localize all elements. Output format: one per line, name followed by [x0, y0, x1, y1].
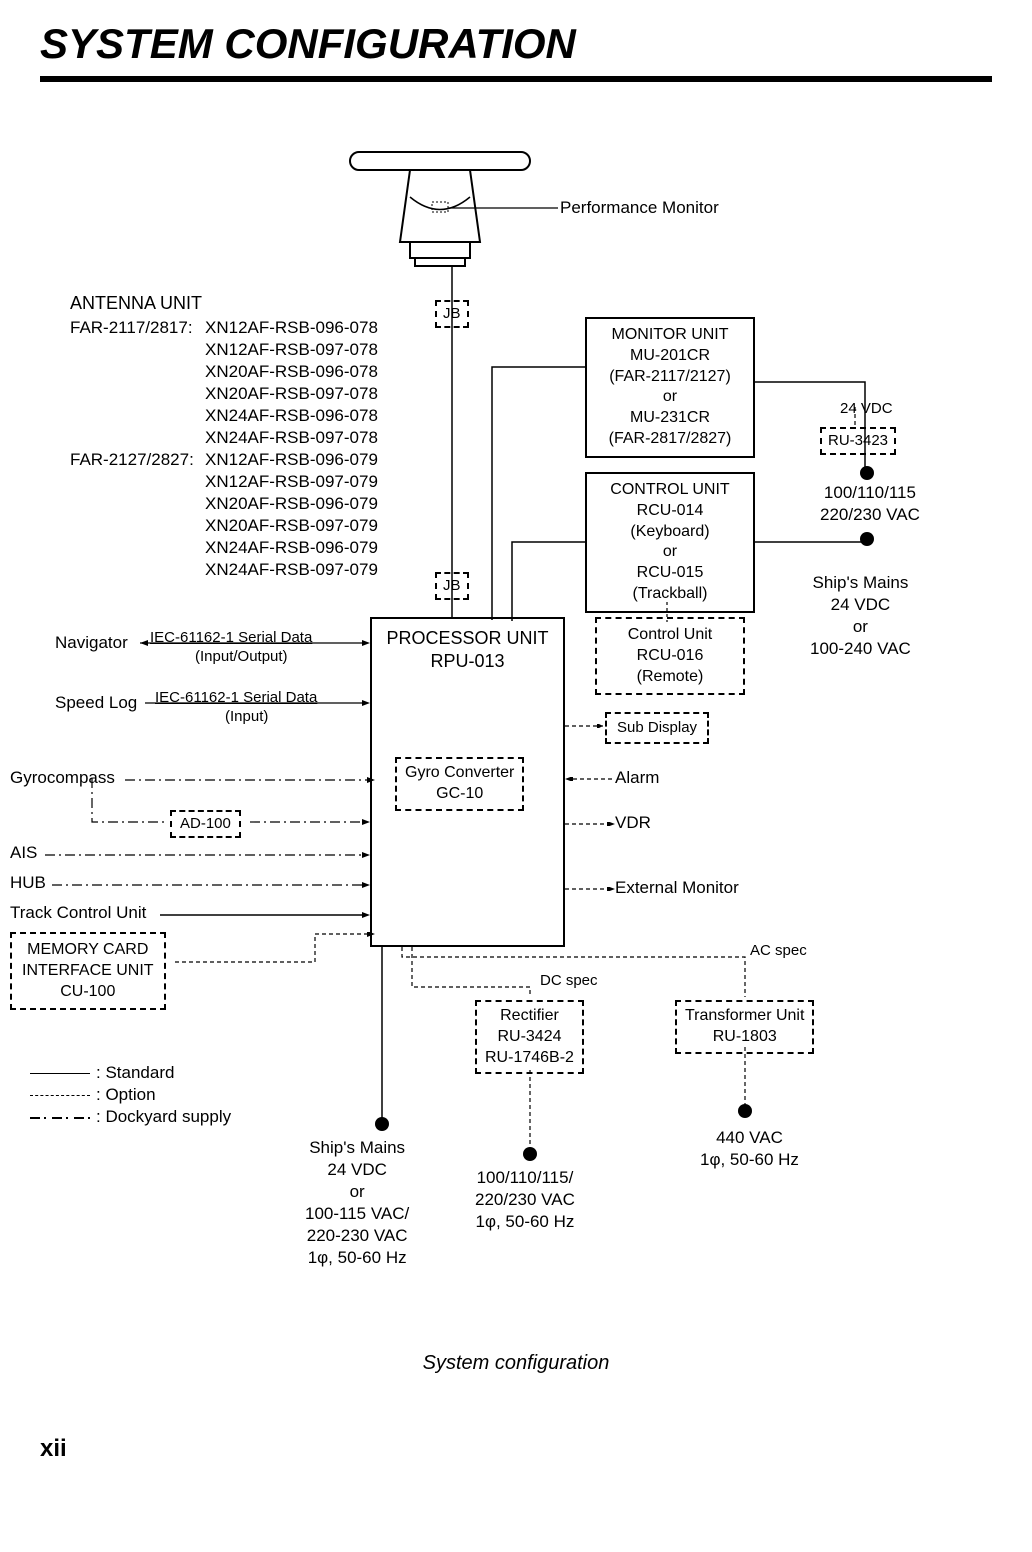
page-number: xii [40, 1435, 992, 1463]
rectifier-dot [523, 1147, 537, 1161]
navigator-line [140, 640, 375, 646]
proc-power-line [380, 947, 384, 1122]
perf-monitor-line [448, 206, 558, 210]
track-line [160, 912, 375, 918]
antenna-g1-list: XN12AF-RSB-096-078 XN12AF-RSB-097-078 XN… [205, 317, 378, 450]
speedlog-io: (Input) [225, 708, 268, 725]
antenna-g2-list: XN12AF-RSB-096-079 XN12AF-RSB-097-079 XN… [205, 449, 378, 582]
speedlog-line [145, 700, 375, 706]
hub-line [52, 882, 375, 888]
figure-caption: System configuration [40, 1352, 992, 1375]
sub-display-box: Sub Display [605, 712, 709, 744]
monitor-unit-box: MONITOR UNIT MU-201CR (FAR-2117/2127) or… [585, 317, 755, 458]
sub-display-line [565, 724, 610, 728]
alarm-label: Alarm [615, 767, 659, 789]
spec-branches [400, 947, 770, 1007]
perf-monitor-label: Performance Monitor [560, 197, 719, 219]
transformer-box: Transformer Unit RU-1803 [675, 1000, 814, 1054]
system-diagram: Performance Monitor ANTENNA UNIT FAR-211… [40, 142, 1000, 1342]
ais-label: AIS [10, 842, 37, 864]
memory-card-box: MEMORY CARD INTERFACE UNIT CU-100 [10, 932, 166, 1010]
page-title: SYSTEM CONFIGURATION [40, 20, 992, 68]
ext-monitor-line [565, 887, 615, 891]
rectifier-box: Rectifier RU-3424 RU-1746B-2 [475, 1000, 584, 1074]
antenna-g2-label: FAR-2127/2827: [70, 449, 194, 471]
antenna-heading: ANTENNA UNIT [70, 292, 202, 315]
antenna-icon [340, 142, 540, 282]
transformer-line [743, 1047, 747, 1107]
vdr-label: VDR [615, 812, 651, 834]
ais-line [45, 852, 375, 858]
track-label: Track Control Unit [10, 902, 146, 924]
control-remote-link [665, 602, 669, 622]
transformer-dot [738, 1104, 752, 1118]
ad100-line [90, 778, 380, 828]
hub-label: HUB [10, 872, 46, 894]
antenna-to-proc-line [450, 266, 454, 617]
alarm-line [565, 777, 615, 781]
gyro-converter-box: Gyro Converter GC-10 [395, 757, 524, 811]
antenna-g1-label: FAR-2117/2817: [70, 317, 193, 339]
control-unit-box: CONTROL UNIT RCU-014 (Keyboard) or RCU-0… [585, 472, 755, 613]
legend: : Standard : Option : Dockyard supply [30, 1062, 231, 1128]
vdr-line [565, 822, 615, 826]
right-supply-lines [755, 362, 955, 562]
ships-mains-right: Ship's Mains 24 VDC or 100-240 VAC [810, 572, 911, 660]
speedlog-label: Speed Log [55, 692, 137, 714]
memcard-line [175, 932, 375, 972]
proc-control-line [510, 537, 590, 623]
supply-mid: 100/110/115/ 220/230 VAC 1φ, 50-60 Hz [475, 1167, 575, 1233]
ships-mains-dot [375, 1117, 389, 1131]
ext-monitor-label: External Monitor [615, 877, 739, 899]
supply-right: 440 VAC 1φ, 50-60 Hz [700, 1127, 799, 1171]
rectifier-line [528, 1070, 532, 1150]
ships-mains-left: Ship's Mains 24 VDC or 100-115 VAC/ 220-… [305, 1137, 409, 1270]
navigator-label: Navigator [55, 632, 128, 654]
control-unit-remote-box: Control Unit RCU-016 (Remote) [595, 617, 745, 695]
title-divider [40, 76, 992, 82]
navigator-io: (Input/Output) [195, 648, 288, 665]
